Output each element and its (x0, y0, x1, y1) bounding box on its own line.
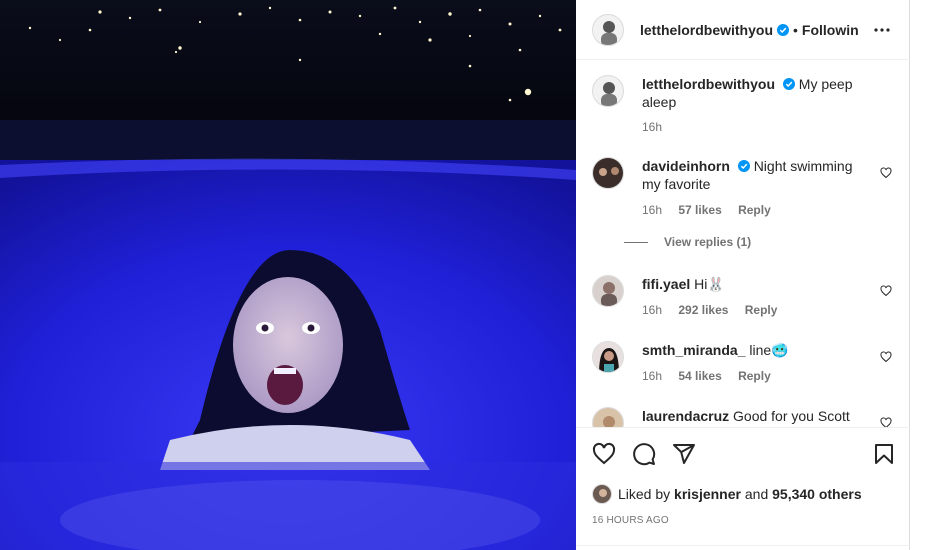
comment-time[interactable]: 16h (642, 303, 662, 317)
comment-meta: 16h 292 likes Reply (642, 303, 790, 317)
like-comment-heart-icon[interactable] (880, 285, 892, 297)
like-heart-icon[interactable] (592, 442, 616, 466)
view-replies-button[interactable]: View replies (1) (624, 235, 751, 249)
author-avatar[interactable] (592, 13, 624, 46)
commenter-avatar[interactable] (592, 341, 624, 373)
verified-badge-icon (777, 23, 789, 36)
commenter-avatar[interactable] (592, 407, 624, 427)
post-actions: Liked by krisjenner and 95,340 others 16… (576, 427, 910, 550)
liked-by-and: and (744, 486, 769, 502)
caption: letthelordbewithyou My peep aleep 16h (592, 75, 892, 145)
comment-likes[interactable]: 57 likes (678, 203, 721, 217)
instagram-post-view: letthelordbewithyou • Following letthelo… (0, 0, 950, 550)
comment-text-block: smth_miranda_ line🥶 (642, 341, 862, 359)
scroll-gutter (910, 0, 950, 550)
view-replies-line (624, 241, 648, 243)
share-send-icon[interactable] (672, 442, 696, 466)
comment-username[interactable]: davideinhorn (642, 158, 730, 174)
post-date[interactable]: 16 HOURS AGO (592, 515, 669, 526)
save-bookmark-icon[interactable] (872, 442, 896, 466)
comment-meta: 16h 54 likes Reply (642, 369, 784, 383)
separator-dot: • (793, 21, 798, 38)
comment-text-block: fifi.yael Hi🐰 (642, 275, 862, 293)
caption-username[interactable]: letthelordbewithyou (642, 76, 775, 92)
reply-button[interactable]: Reply (745, 303, 778, 317)
liked-by-user[interactable]: krisjenner (674, 486, 741, 502)
more-options-icon[interactable] (872, 20, 892, 40)
comment-text: Good for you Scott (733, 408, 850, 424)
view-replies-label: View replies (1) (664, 235, 752, 249)
comment-time[interactable]: 16h (642, 203, 662, 217)
liked-by-prefix: Liked by (618, 486, 671, 502)
commenter-avatar[interactable] (592, 275, 624, 307)
comment-text-block: laurendacruz Good for you Scott (642, 407, 862, 425)
like-comment-heart-icon[interactable] (880, 417, 892, 427)
commenter-avatar[interactable] (592, 157, 624, 189)
liker-avatar[interactable] (592, 484, 612, 504)
comment-time[interactable]: 16h (642, 369, 662, 383)
comment-meta: 16h 57 likes Reply (642, 203, 784, 217)
post-header: letthelordbewithyou • Following (576, 0, 910, 60)
like-comment-heart-icon[interactable] (880, 351, 892, 363)
liked-by-summary: Liked by krisjenner and 95,340 others (592, 484, 862, 504)
like-comment-heart-icon[interactable] (880, 167, 892, 179)
verified-badge-icon (737, 160, 750, 172)
comment-item: smth_miranda_ line🥶 16h 54 likes Reply (592, 341, 892, 391)
comment-item: laurendacruz Good for you Scott (592, 407, 892, 427)
caption-text-block: letthelordbewithyou My peep aleep (642, 75, 872, 111)
comment-item: fifi.yael Hi🐰 16h 292 likes Reply (592, 275, 892, 325)
comments-list[interactable]: letthelordbewithyou My peep aleep 16h da… (576, 61, 910, 427)
likes-count-link[interactable]: 95,340 others (772, 486, 862, 502)
post-photo[interactable] (0, 0, 576, 550)
comment-text: Hi🐰 (694, 276, 725, 292)
following-button[interactable]: Following (802, 22, 858, 38)
comment-bubble-icon[interactable] (632, 442, 656, 466)
comment-likes[interactable]: 292 likes (678, 303, 728, 317)
author-username[interactable]: letthelordbewithyou (640, 22, 773, 38)
comment-username[interactable]: fifi.yael (642, 276, 690, 292)
caption-avatar[interactable] (592, 75, 624, 107)
reply-button[interactable]: Reply (738, 369, 771, 383)
comment-likes[interactable]: 54 likes (678, 369, 721, 383)
comment-username[interactable]: smth_miranda_ (642, 342, 745, 358)
verified-badge-icon (782, 78, 795, 90)
comment-text: line🥶 (749, 342, 789, 358)
reply-button[interactable]: Reply (738, 203, 771, 217)
comment-text-block: davideinhorn Night swimming my favorite (642, 157, 862, 193)
pool-night-photo (0, 0, 576, 550)
divider (576, 545, 910, 546)
comment-item: davideinhorn Night swimming my favorite … (592, 157, 892, 257)
caption-time[interactable]: 16h (642, 120, 662, 134)
comment-username[interactable]: laurendacruz (642, 408, 729, 424)
caption-meta: 16h (642, 120, 675, 134)
post-side-panel: letthelordbewithyou • Following letthelo… (576, 0, 910, 550)
